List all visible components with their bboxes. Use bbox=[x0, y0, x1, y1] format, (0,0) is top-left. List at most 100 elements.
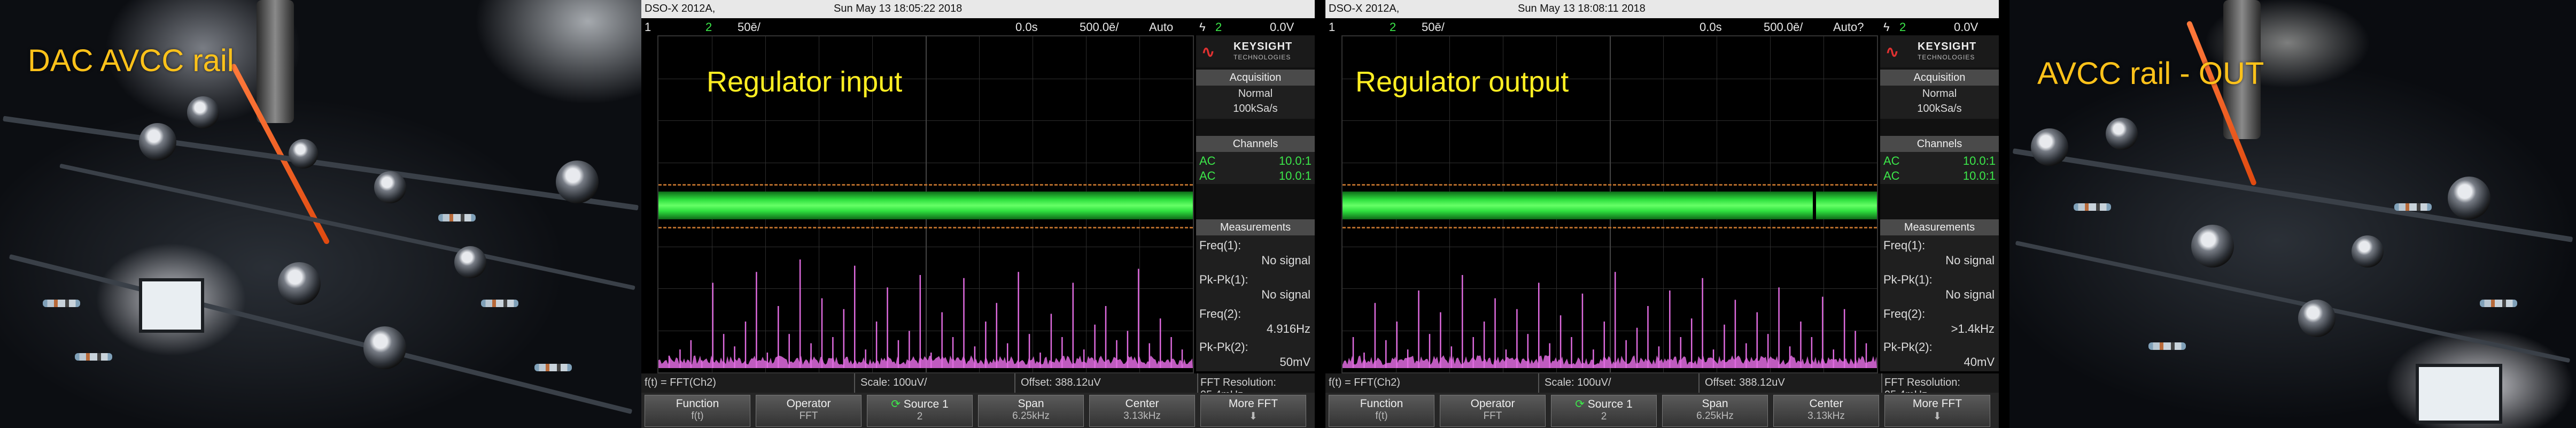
trigger-mode[interactable]: Auto? bbox=[1833, 20, 1864, 34]
softkey-value: 6.25kHz bbox=[1696, 410, 1734, 422]
rotate-knob-icon: ⟳ bbox=[891, 398, 901, 410]
meas-value: No signal bbox=[1261, 254, 1310, 267]
softkey-label: Function bbox=[676, 398, 719, 410]
softkey-value: FFT bbox=[1483, 410, 1502, 422]
capacitor bbox=[374, 171, 406, 203]
scope-status-bar: 1 2 50ē/ 0.0s 500.0ē/ Auto? ϟ 2 0.0V bbox=[1325, 18, 1999, 35]
scope-status-bar: 1 2 50ē/ 0.0s 500.0ē/ Auto ϟ 2 0.0V bbox=[641, 18, 1315, 35]
softkey-more-fft[interactable]: More FFT ⬇ bbox=[1200, 395, 1306, 427]
math-info-bar: f(t) = FFT(Ch2) Scale: 100uV/ Offset: 38… bbox=[1325, 373, 1999, 401]
softkey-label: Source 1 bbox=[1587, 398, 1633, 410]
softkey-more-fft[interactable]: More FFT ⬇ bbox=[1884, 395, 1990, 427]
brand-sub: TECHNOLOGIES bbox=[1918, 54, 1975, 61]
ch2-coupling: AC bbox=[1199, 169, 1216, 182]
trigger-channel[interactable]: 2 bbox=[1215, 20, 1222, 34]
keysight-logo: ∿ KEYSIGHT TECHNOLOGIES bbox=[1880, 35, 1999, 67]
measurements-body: Freq(1): No signal Pk-Pk(1): No signal F… bbox=[1880, 235, 1999, 371]
divider bbox=[854, 373, 855, 393]
meas-label: Freq(1): bbox=[1199, 239, 1242, 252]
math-info-bar: f(t) = FFT(Ch2) Scale: 100uV/ Offset: 38… bbox=[641, 373, 1315, 401]
scope-model: DSO-X 2012A, bbox=[1329, 3, 1400, 14]
chip bbox=[139, 278, 204, 333]
capacitor bbox=[556, 160, 599, 203]
meas-label: Pk-Pk(2): bbox=[1199, 340, 1248, 354]
measurements-header[interactable]: Measurements bbox=[1196, 219, 1315, 235]
softkey-center[interactable]: Center 3.13kHz bbox=[1773, 395, 1879, 427]
measurements-header[interactable]: Measurements bbox=[1880, 219, 1999, 235]
softkey-center[interactable]: Center 3.13kHz bbox=[1089, 395, 1195, 427]
softkey-label: Span bbox=[1702, 398, 1728, 410]
softkey-operator[interactable]: Operator FFT bbox=[1440, 395, 1546, 427]
chip bbox=[2416, 364, 2502, 424]
channels-header[interactable]: Channels bbox=[1196, 136, 1315, 152]
waveform-graticule[interactable]: Regulator output bbox=[1341, 35, 1878, 373]
channel-row-1: AC 10.0:1 bbox=[1199, 154, 1312, 168]
overlay-label: Regulator input bbox=[707, 66, 903, 98]
acquisition-header[interactable]: Acquisition bbox=[1196, 70, 1315, 86]
ch2-coupling: AC bbox=[1883, 169, 1900, 182]
meas-label: Pk-Pk(2): bbox=[1883, 340, 1933, 354]
keysight-wave-icon: ∿ bbox=[1886, 43, 1899, 61]
resistor bbox=[75, 353, 112, 361]
fft-scale: Scale: 100uV/ bbox=[860, 377, 927, 388]
softkey-span[interactable]: Span 6.25kHz bbox=[1662, 395, 1768, 427]
waveform-graticule[interactable]: Regulator input bbox=[657, 35, 1194, 373]
time-scale[interactable]: 500.0ē/ bbox=[1080, 20, 1119, 34]
channels-body: AC 10.0:1 AC 10.0:1 bbox=[1196, 152, 1315, 184]
softkey-value: FFT bbox=[799, 410, 818, 422]
resistor bbox=[2074, 203, 2111, 211]
pcb-trace bbox=[3, 116, 639, 211]
left-photo-label: DAC AVCC rail bbox=[28, 43, 234, 78]
fft-noise-floor bbox=[1343, 355, 1877, 368]
time-scale[interactable]: 500.0ē/ bbox=[1764, 20, 1803, 34]
acquisition-body: Normal 100kSa/s bbox=[1880, 86, 1999, 119]
softkey-span[interactable]: Span 6.25kHz bbox=[978, 395, 1084, 427]
trigger-mode[interactable]: Auto bbox=[1149, 20, 1173, 34]
capacitor bbox=[2298, 300, 2336, 337]
channel-row-2: AC 10.0:1 bbox=[1199, 169, 1312, 183]
rotate-knob-icon: ⟳ bbox=[1575, 398, 1585, 410]
fft-function: f(t) = FFT(Ch2) bbox=[645, 377, 716, 388]
softkey-source[interactable]: ⟳ Source 12 bbox=[867, 395, 973, 427]
acquisition-body: Normal 100kSa/s bbox=[1196, 86, 1315, 119]
softkey-function[interactable]: Function f(t) bbox=[1329, 395, 1434, 427]
ch2-scale[interactable]: 50ē/ bbox=[1422, 20, 1445, 34]
ch1-scale[interactable]: 1 bbox=[1329, 20, 1335, 34]
softkey-source[interactable]: ⟳ Source 12 bbox=[1551, 395, 1657, 427]
fft-function: f(t) = FFT(Ch2) bbox=[1329, 377, 1400, 388]
softkey-label: Source 1 bbox=[903, 398, 949, 410]
scope-side-panel: ∿ KEYSIGHT TECHNOLOGIES Acquisition Norm… bbox=[1196, 35, 1315, 371]
trigger-level[interactable]: 0.0V bbox=[1270, 20, 1294, 34]
resistor bbox=[2394, 203, 2432, 211]
trigger-channel[interactable]: 2 bbox=[1899, 20, 1906, 34]
composite-image: DAC AVCC rail DSO-X 2012A, Sun May 13 18… bbox=[0, 0, 2576, 428]
meas-value: No signal bbox=[1261, 288, 1310, 301]
divider bbox=[1014, 373, 1015, 393]
ch2-number[interactable]: 2 bbox=[705, 20, 712, 34]
scope-screen-input: DSO-X 2012A, Sun May 13 18:05:22 2018 1 … bbox=[641, 0, 1315, 428]
ch2-number[interactable]: 2 bbox=[1390, 20, 1396, 34]
trigger-level[interactable]: 0.0V bbox=[1954, 20, 1978, 34]
right-pcb-photo: AVCC rail - OUT bbox=[2009, 0, 2576, 428]
resistor bbox=[2480, 300, 2517, 307]
ch2-scale[interactable]: 50ē/ bbox=[738, 20, 761, 34]
meas-value: 40mV bbox=[1964, 355, 1995, 369]
time-position[interactable]: 0.0s bbox=[1015, 20, 1038, 34]
ch2-ratio: 10.0:1 bbox=[1278, 169, 1312, 182]
down-arrow-icon: ⬇ bbox=[1249, 411, 1258, 422]
capacitor bbox=[2448, 177, 2490, 219]
ch1-ratio: 10.0:1 bbox=[1278, 154, 1312, 167]
acquisition-header[interactable]: Acquisition bbox=[1880, 70, 1999, 86]
channels-header[interactable]: Channels bbox=[1880, 136, 1999, 152]
channels-body: AC 10.0:1 AC 10.0:1 bbox=[1880, 152, 1999, 184]
softkey-function[interactable]: Function f(t) bbox=[645, 395, 750, 427]
ch1-ratio: 10.0:1 bbox=[1962, 154, 1996, 167]
ch1-scale[interactable]: 1 bbox=[645, 20, 651, 34]
scope-side-panel: ∿ KEYSIGHT TECHNOLOGIES Acquisition Norm… bbox=[1880, 35, 1999, 371]
capacitor bbox=[363, 326, 406, 369]
softkey-operator[interactable]: Operator FFT bbox=[756, 395, 862, 427]
meas-value: No signal bbox=[1945, 254, 1995, 267]
capacitor bbox=[278, 262, 321, 305]
capacitor bbox=[2191, 225, 2234, 268]
time-position[interactable]: 0.0s bbox=[1700, 20, 1722, 34]
